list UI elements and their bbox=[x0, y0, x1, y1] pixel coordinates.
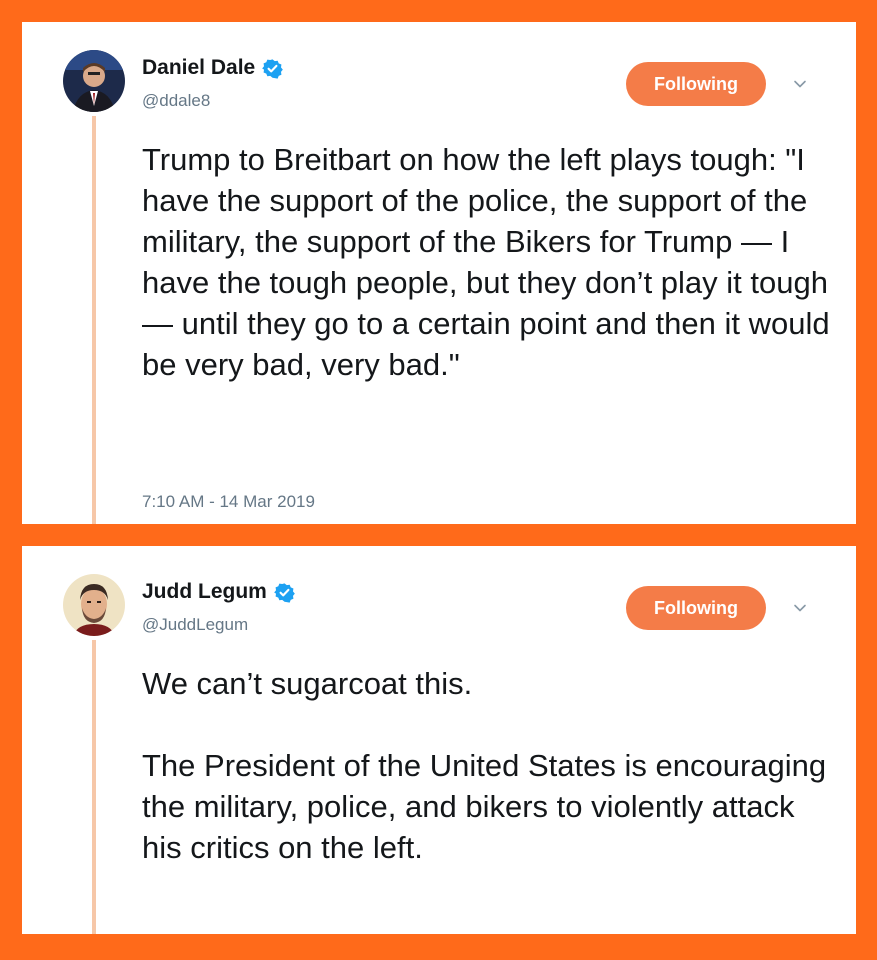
verified-badge-icon bbox=[262, 58, 284, 79]
user-handle[interactable]: @ddale8 bbox=[142, 91, 210, 111]
avatar[interactable] bbox=[63, 50, 125, 112]
display-name-text: Daniel Dale bbox=[142, 56, 256, 79]
user-handle[interactable]: @JuddLegum bbox=[142, 615, 248, 635]
avatar[interactable] bbox=[63, 574, 125, 636]
display-name[interactable]: Daniel Dale bbox=[142, 56, 284, 80]
tweet-text: Trump to Breitbart on how the left plays… bbox=[142, 142, 839, 382]
tweet-card-daniel-dale: Daniel Dale @ddale8 Following Trump to B… bbox=[22, 22, 856, 524]
avatar-image bbox=[63, 574, 125, 636]
chevron-down-icon[interactable] bbox=[792, 76, 808, 92]
tweet-text: We can’t sugarcoat this. The President o… bbox=[142, 666, 827, 865]
display-name[interactable]: Judd Legum bbox=[142, 580, 295, 604]
following-button[interactable]: Following bbox=[626, 586, 766, 630]
chevron-down-icon[interactable] bbox=[792, 600, 808, 616]
thread-line bbox=[92, 116, 96, 524]
verified-badge-icon bbox=[274, 582, 295, 603]
thread-line bbox=[92, 640, 96, 934]
tweet-timestamp[interactable]: 7:10 AM - 14 Mar 2019 bbox=[142, 492, 315, 512]
following-button[interactable]: Following bbox=[626, 62, 766, 106]
display-name-text: Judd Legum bbox=[142, 580, 267, 603]
tweet-card-judd-legum: Judd Legum @JuddLegum Following We can’t… bbox=[22, 546, 856, 934]
avatar-image bbox=[63, 50, 125, 112]
